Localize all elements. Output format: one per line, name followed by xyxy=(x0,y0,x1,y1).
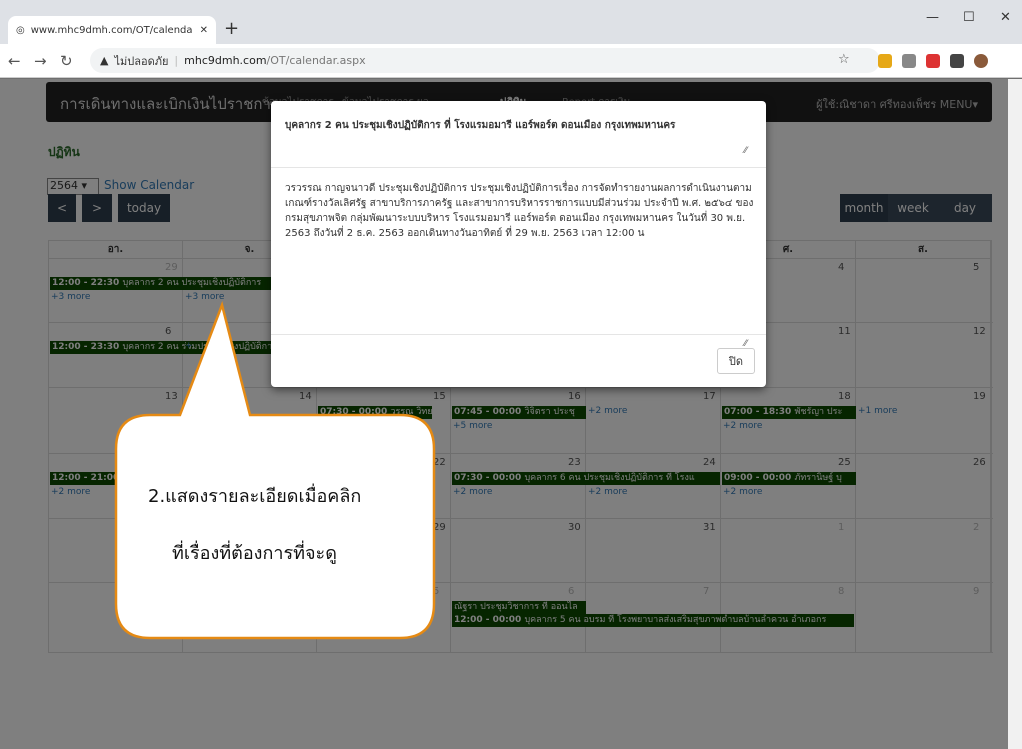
reload-icon[interactable]: ↻ xyxy=(60,52,73,70)
profile-avatar[interactable] xyxy=(974,54,988,68)
tab-title: www.mhc9dmh.com/OT/calenda xyxy=(30,24,193,36)
close-modal-button[interactable]: ปิด xyxy=(717,348,755,374)
back-icon[interactable]: ← xyxy=(8,52,21,70)
callout-text-line2: ที่เรื่องที่ต้องการที่จะดู xyxy=(172,543,337,564)
scrollbar[interactable] xyxy=(1008,79,1022,749)
url-domain: mhc9dmh.com xyxy=(184,54,267,67)
modal-body: วรวรรณ กาญจนาวดี ประชุมเชิงปฏิบัติการ ปร… xyxy=(285,183,754,239)
star-icon[interactable]: ☆ xyxy=(838,52,850,67)
globe-icon: ◎ xyxy=(16,24,25,36)
url-path: /OT/calendar.aspx xyxy=(266,54,366,67)
event-detail-modal: บุคลากร 2 คน ประชุมเชิงปฏิบัติการ ที่ โร… xyxy=(271,101,766,387)
extension-icon[interactable] xyxy=(902,54,916,68)
url-warning: ไม่ปลอดภัย xyxy=(114,54,169,68)
callout-text-line1: 2.แสดงรายละเอียดเมื่อคลิก xyxy=(148,486,362,507)
browser-tab[interactable]: ◎ www.mhc9dmh.com/OT/calenda ✕ xyxy=(8,16,216,44)
divider xyxy=(271,167,766,168)
extension-icon[interactable] xyxy=(926,54,940,68)
maximize-icon[interactable]: ☐ xyxy=(963,10,975,25)
close-window-icon[interactable]: ✕ xyxy=(1000,10,1011,25)
extension-icon[interactable] xyxy=(878,54,892,68)
new-tab-button[interactable]: + xyxy=(224,18,239,39)
close-tab-icon[interactable]: ✕ xyxy=(200,25,208,36)
puzzle-icon[interactable] xyxy=(950,54,964,68)
url-bar[interactable]: ▲ ไม่ปลอดภัย | mhc9dmh.com/OT/calendar.a… xyxy=(90,48,880,73)
minimize-icon[interactable]: — xyxy=(926,10,939,25)
modal-title: บุคลากร 2 คน ประชุมเชิงปฏิบัติการ ที่ โร… xyxy=(285,120,676,131)
resize-grip-icon[interactable]: ⁄⁄ xyxy=(744,146,747,156)
browser-tab-bar: ◎ www.mhc9dmh.com/OT/calenda ✕ + — ☐ ✕ xyxy=(0,0,1022,44)
url-separator: | xyxy=(174,54,179,67)
address-bar-row: ← → ↻ ▲ ไม่ปลอดภัย | mhc9dmh.com/OT/cale… xyxy=(0,44,1022,78)
warning-icon: ▲ xyxy=(100,54,109,67)
divider xyxy=(271,334,766,335)
forward-icon[interactable]: → xyxy=(34,52,47,70)
